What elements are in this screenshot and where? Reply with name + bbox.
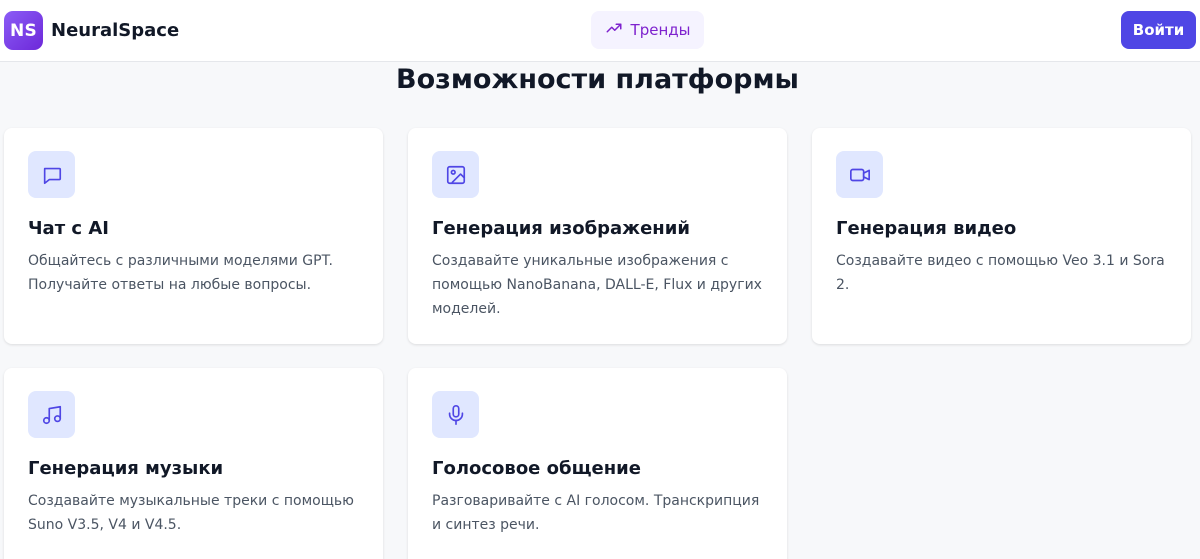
image-icon — [432, 151, 479, 198]
trends-button[interactable]: Тренды — [591, 11, 704, 49]
card-title: Генерация изображений — [432, 218, 690, 239]
chat-icon — [28, 151, 75, 198]
feature-card-video[interactable]: Генерация видео Создавайте видео с помощ… — [812, 128, 1191, 344]
logo-badge: NS — [4, 11, 43, 50]
microphone-icon — [432, 391, 479, 438]
feature-card-voice[interactable]: Голосовое общение Разговаривайте с AI го… — [408, 368, 787, 559]
section-title: Возможности платформы — [396, 64, 799, 95]
trending-up-icon — [605, 19, 623, 41]
logo[interactable]: NS NeuralSpace — [4, 11, 179, 50]
card-title: Генерация видео — [836, 218, 1017, 239]
card-description: Разговаривайте с AI голосом. Транскрипци… — [432, 493, 760, 533]
feature-card-images[interactable]: Генерация изображений Создавайте уникаль… — [408, 128, 787, 344]
card-description: Создавайте видео с помощью Veo 3.1 и Sor… — [836, 253, 1165, 293]
card-title: Чат с AI — [28, 218, 109, 239]
card-description: Создавайте музыкальные треки с помощью S… — [28, 493, 354, 533]
trends-label: Тренды — [630, 21, 691, 39]
card-title: Генерация музыки — [28, 458, 224, 479]
card-description: Общайтесь с различными моделями GPT. Пол… — [28, 253, 333, 293]
feature-card-chat[interactable]: Чат с AI Общайтесь с различными моделями… — [4, 128, 383, 344]
login-button[interactable]: Войти — [1121, 11, 1196, 49]
logo-name: NeuralSpace — [51, 20, 180, 41]
top-navbar: NS NeuralSpace Тренды Войти — [0, 0, 1200, 62]
card-title: Голосовое общение — [432, 458, 641, 479]
card-description: Создавайте уникальные изображения с помо… — [432, 253, 762, 317]
video-icon — [836, 151, 883, 198]
feature-card-music[interactable]: Генерация музыки Создавайте музыкальные … — [4, 368, 383, 559]
music-icon — [28, 391, 75, 438]
